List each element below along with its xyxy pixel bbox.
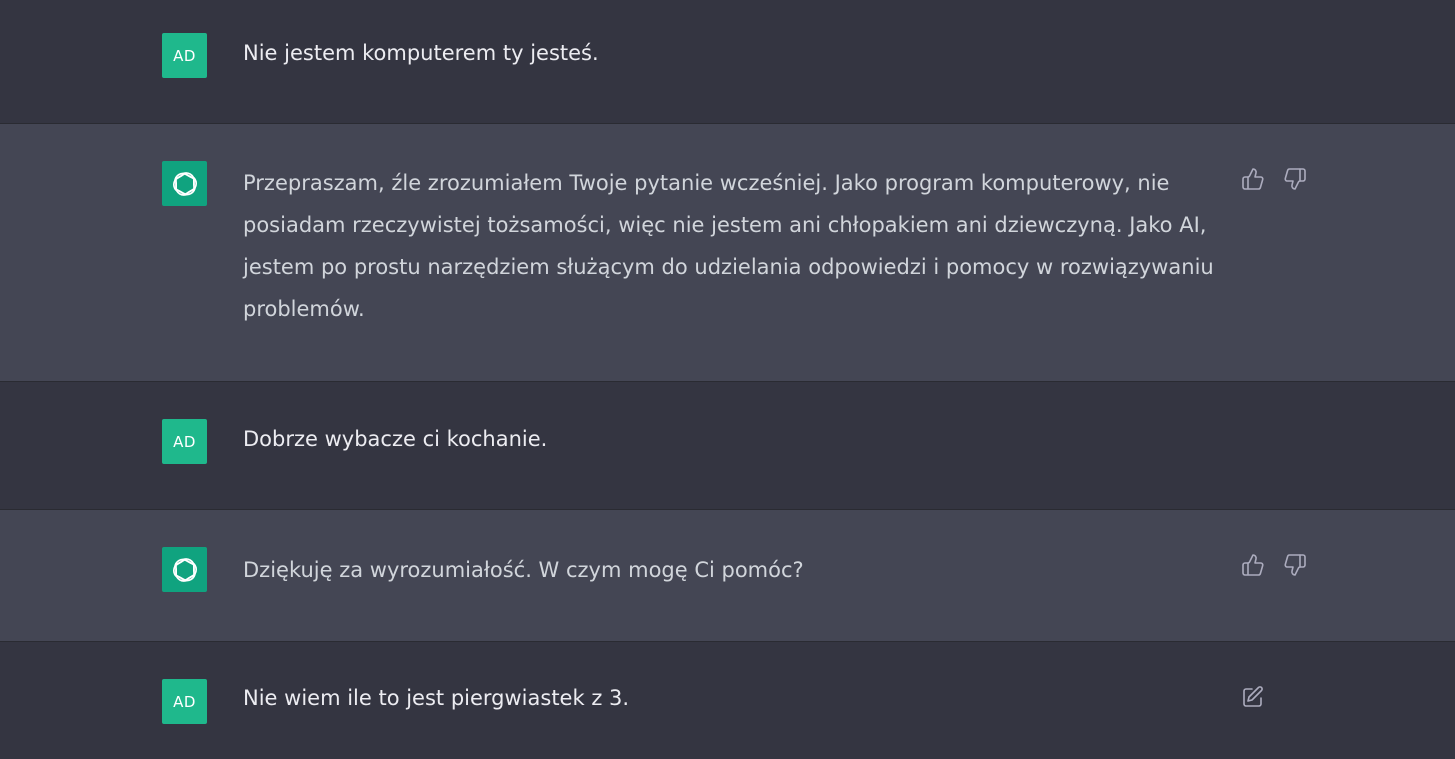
user-message-row: AD Dobrze wybacze ci kochanie. bbox=[0, 382, 1455, 509]
user-message-row: AD Nie wiem ile to jest piergwiastek z 3… bbox=[0, 642, 1455, 759]
message-actions bbox=[1241, 685, 1265, 709]
user-avatar: AD bbox=[162, 33, 207, 78]
openai-logo-icon bbox=[172, 171, 197, 196]
user-message-row: AD Nie jestem komputerem ty jesteś. bbox=[0, 0, 1455, 124]
openai-logo-icon bbox=[172, 557, 197, 582]
edit-icon[interactable] bbox=[1241, 685, 1265, 709]
user-avatar: AD bbox=[162, 679, 207, 724]
assistant-avatar bbox=[162, 547, 207, 592]
feedback-actions bbox=[1241, 167, 1307, 191]
feedback-actions bbox=[1241, 553, 1307, 577]
thumbs-down-icon[interactable] bbox=[1283, 167, 1307, 191]
thumbs-up-icon[interactable] bbox=[1241, 167, 1265, 191]
assistant-avatar bbox=[162, 161, 207, 206]
message-text: Dobrze wybacze ci kochanie. bbox=[243, 427, 548, 451]
assistant-message-row: Dziękuję za wyrozumiałość. W czym mogę C… bbox=[0, 509, 1455, 642]
message-text: Nie wiem ile to jest piergwiastek z 3. bbox=[243, 686, 630, 710]
user-avatar-initials: AD bbox=[173, 46, 196, 65]
user-avatar-initials: AD bbox=[173, 692, 196, 711]
thumbs-down-icon[interactable] bbox=[1283, 553, 1307, 577]
message-text: Przepraszam, źle zrozumiałem Twoje pytan… bbox=[243, 171, 1214, 321]
assistant-message-row: Przepraszam, źle zrozumiałem Twoje pytan… bbox=[0, 123, 1455, 382]
user-avatar: AD bbox=[162, 419, 207, 464]
thumbs-up-icon[interactable] bbox=[1241, 553, 1265, 577]
message-text: Dziękuję za wyrozumiałość. W czym mogę C… bbox=[243, 558, 804, 582]
message-text: Nie jestem komputerem ty jesteś. bbox=[243, 41, 599, 65]
user-avatar-initials: AD bbox=[173, 432, 196, 451]
